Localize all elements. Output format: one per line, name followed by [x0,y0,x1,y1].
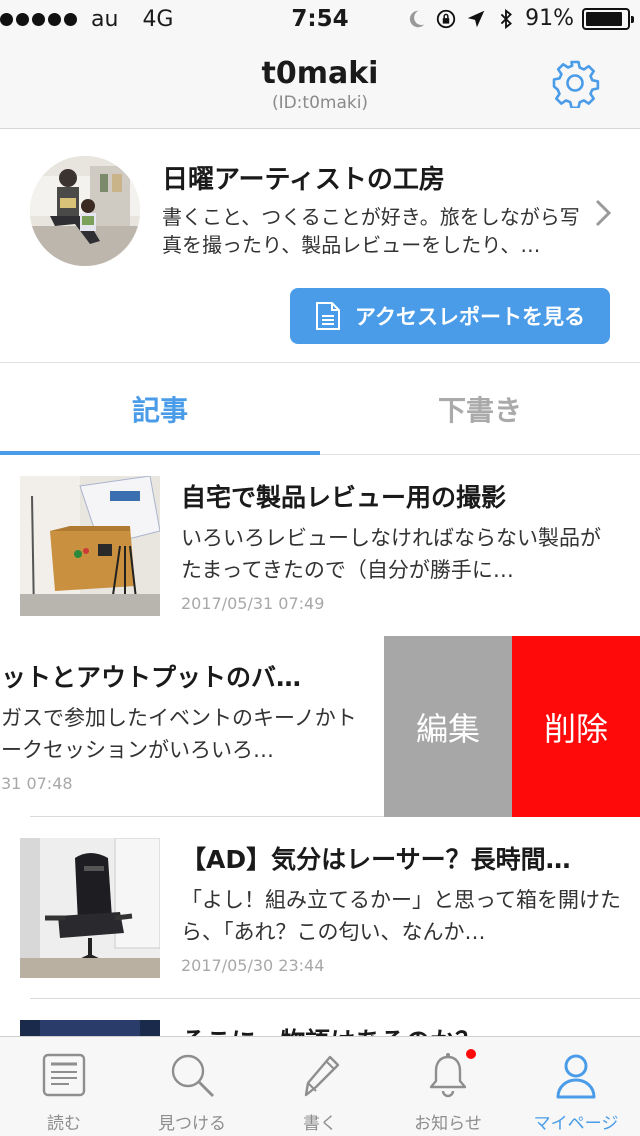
battery-icon [582,7,634,30]
profile-card[interactable]: 日曜アーティストの工房 書くこと、つくることが好き。旅をしながら写真を撮ったり、… [0,129,640,363]
tab-label: お知らせ [414,1114,482,1134]
location-arrow-icon [467,10,485,27]
avatar [30,156,140,266]
search-icon [171,1054,214,1097]
list-item[interactable]: 【AD】気分はレーサー？長時間… 「よし！組み立てるかー」と思って箱を開けたら、… [0,818,640,999]
tab-discover[interactable]: 見つける [128,1037,256,1136]
article-title: ットとアウトプットのバ… [1,663,302,692]
notification-badge [466,1049,476,1059]
active-tab-indicator [0,451,320,455]
gear-icon[interactable] [550,58,600,108]
bell-icon [429,1053,467,1098]
list-item[interactable]: ットとアウトプットのバ… ガスで参加したイベントのキーノかトークセッションがいろ… [0,636,640,817]
access-report-label: アクセスレポートを見る [355,305,585,329]
blog-title: 日曜アーティストの工房 [162,165,445,195]
tab-label: 見つける [158,1114,226,1134]
document-icon [316,302,341,330]
tab-drafts[interactable]: 下書き [320,363,640,455]
status-bar: au 4G 7:54 91% [0,0,640,40]
chevron-right-icon [595,199,612,227]
article-list: 自宅で製品レビュー用の撮影 いろいろレビューしなければならない製品がたまってきた… [0,456,640,1036]
nav-header: t0maki (ID:t0maki) [0,40,640,129]
person-icon [556,1054,596,1099]
rotation-lock-icon [436,9,456,28]
article-excerpt: 「よし！組み立てるかー」と思って箱を開けたら、「あれ？この匂い、なんか… [181,888,621,944]
divider [30,998,640,999]
page-title: t0maki [261,56,379,91]
divider [30,816,384,817]
battery-percent: 91% [525,6,574,31]
bottom-tab-bar: 読む 見つける 書く お知らせ マイページ [0,1036,640,1136]
article-date: 31 07:48 [1,774,73,793]
delete-button[interactable]: 削除 [512,636,640,817]
tab-write[interactable]: 書く [256,1037,384,1136]
bluetooth-icon [500,8,513,29]
user-id-label: (ID:t0maki) [271,93,369,113]
reader-icon [42,1053,86,1097]
segment-tabs: 記事 下書き [0,363,640,455]
article-title: そこに、物語はあるのか？ [181,1022,621,1036]
blog-description: 書くこと、つくることが好き。旅をしながら写真を撮ったり、製品レビューをしたり、… [162,205,580,257]
moon-icon [409,10,425,27]
tab-label: 書く [303,1114,337,1134]
article-thumbnail [20,838,160,978]
article-excerpt: ガスで参加したイベントのキーノかトークセッションがいろいろ… [1,706,357,762]
article-thumbnail [20,476,160,616]
article-excerpt: いろいろレビューしなければならない製品がたまってきたので（自分が勝手に… [181,526,601,582]
tab-label: 読む [47,1114,81,1134]
tab-notifications[interactable]: お知らせ [384,1037,512,1136]
list-item[interactable]: 自宅で製品レビュー用の撮影 いろいろレビューしなければならない製品がたまってきた… [0,456,640,637]
access-report-button[interactable]: アクセスレポートを見る [290,288,610,344]
article-thumbnail [20,1020,160,1036]
list-item[interactable]: そこに、物語はあるのか？ [0,1000,640,1036]
pencil-icon [304,1055,340,1097]
tab-mypage[interactable]: マイページ [512,1037,640,1136]
article-title: 【AD】気分はレーサー？長時間… [181,845,571,874]
tab-label: マイページ [533,1114,619,1134]
tab-articles[interactable]: 記事 [0,363,320,455]
article-date: 2017/05/31 07:49 [181,594,325,613]
article-title: 自宅で製品レビュー用の撮影 [181,483,507,512]
edit-button[interactable]: 編集 [384,636,512,817]
tab-read[interactable]: 読む [0,1037,128,1136]
article-date: 2017/05/30 23:44 [181,956,325,975]
